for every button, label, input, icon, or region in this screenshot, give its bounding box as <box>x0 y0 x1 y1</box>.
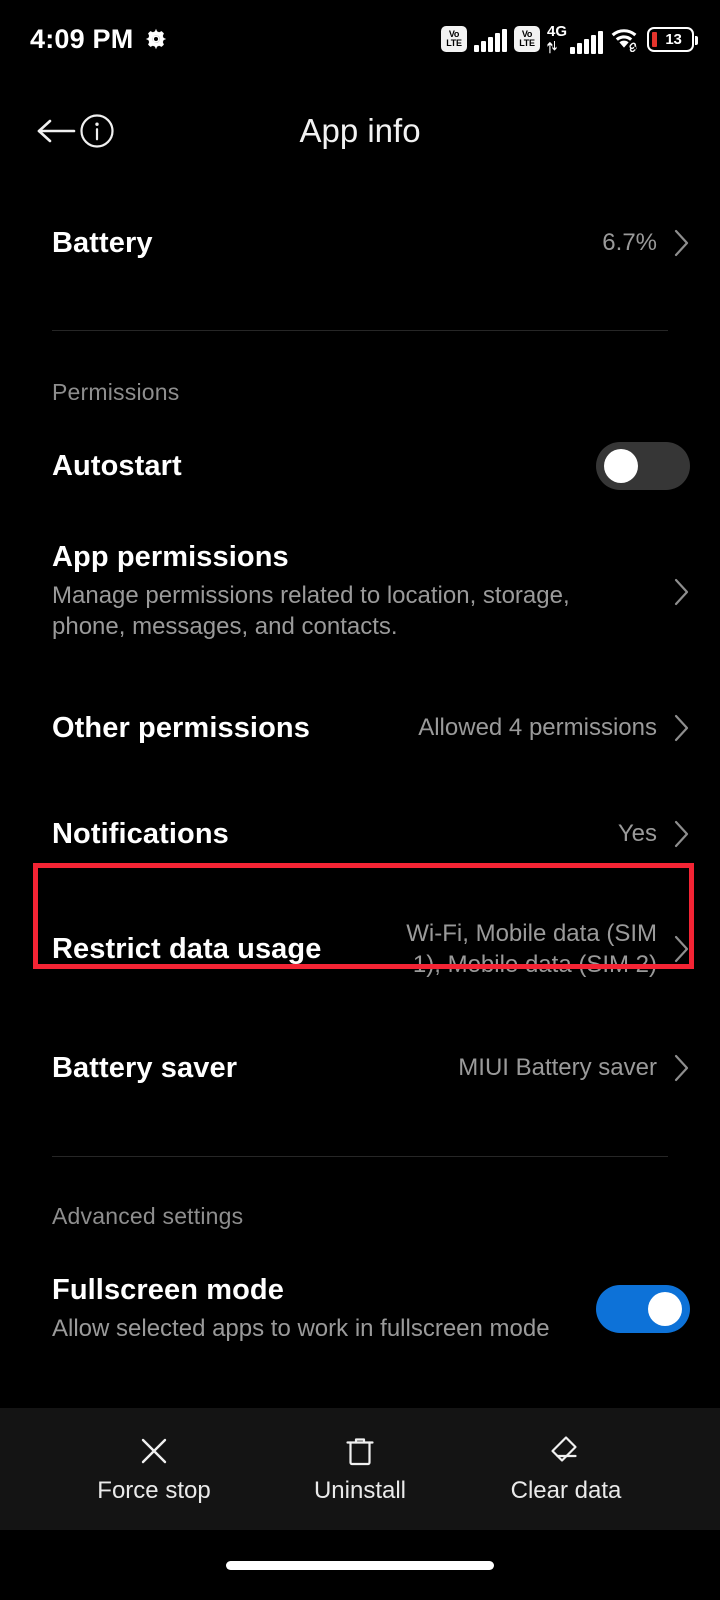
settings-row-app-permissions-title: App permissions <box>52 541 289 574</box>
settings-row-autostart[interactable]: Autostart <box>0 422 720 510</box>
settings-row-other-permissions-main: Other permissions <box>52 712 404 745</box>
force-stop-button[interactable]: Force stop <box>79 1434 229 1505</box>
chevron-right-icon <box>657 713 690 743</box>
status-bar-left: 4:09 PM <box>30 24 168 55</box>
settings-row-app-permissions[interactable]: App permissions Manage permissions relat… <box>0 522 720 662</box>
battery-icon: 13 <box>647 26 698 52</box>
status-bar-right: Vo LTE Vo LTE 4G 13 <box>440 24 698 54</box>
bottom-action-bar: Force stop Uninstall Clear data <box>0 1408 720 1530</box>
chevron-right-icon <box>657 1053 690 1083</box>
network-type-label: 4G <box>546 23 567 40</box>
clear-data-label: Clear data <box>510 1476 622 1504</box>
settings-row-battery-title: Battery <box>52 226 153 259</box>
settings-row-battery-main: Battery <box>52 227 588 260</box>
app-bar: App info <box>0 78 720 184</box>
mobile-data-indicator: 4G <box>547 24 603 54</box>
autostart-toggle[interactable] <box>596 442 690 490</box>
settings-row-other-permissions[interactable]: Other permissions Allowed 4 permissions <box>0 680 720 776</box>
gear-icon <box>144 27 168 51</box>
settings-row-battery-saver[interactable]: Battery saver MIUI Battery saver <box>0 1020 720 1116</box>
settings-row-notifications-title: Notifications <box>52 817 229 850</box>
settings-row-battery-saver-value: MIUI Battery saver <box>458 1054 657 1082</box>
trash-icon <box>343 1434 377 1468</box>
battery-level-label: 13 <box>665 30 682 48</box>
signal-bars-sim2-icon <box>570 28 603 54</box>
volte-sim1-icon: Vo LTE <box>440 26 467 52</box>
signal-bars-sim1-icon <box>473 26 507 52</box>
divider-after-battery-saver <box>52 1156 668 1157</box>
gesture-nav-pill[interactable] <box>226 1560 494 1570</box>
chevron-right-icon <box>657 577 690 607</box>
close-x-icon <box>137 1434 171 1468</box>
chevron-right-icon <box>657 228 690 258</box>
settings-row-notifications-main: Notifications <box>52 818 604 851</box>
settings-row-fullscreen-mode-main: Fullscreen mode Allow selected apps to w… <box>52 1274 582 1345</box>
section-label-permissions: Permissions <box>52 379 180 405</box>
settings-row-app-permissions-main: App permissions Manage permissions relat… <box>52 541 657 642</box>
settings-row-restrict-data-usage[interactable]: Restrict data usage Wi-Fi, Mobile data (… <box>0 892 720 1006</box>
settings-row-restrict-data-usage-value: Wi-Fi, Mobile data (SIM 1), Mobile data … <box>406 919 657 978</box>
uninstall-button[interactable]: Uninstall <box>285 1434 435 1505</box>
settings-row-other-permissions-value: Allowed 4 permissions <box>418 714 657 742</box>
uninstall-label: Uninstall <box>313 1476 407 1504</box>
autostart-toggle-knob <box>604 449 638 483</box>
volte-sim2-icon: Vo LTE <box>513 26 540 52</box>
settings-row-notifications[interactable]: Notifications Yes <box>0 786 720 882</box>
settings-row-notifications-value: Yes <box>617 820 657 848</box>
chevron-right-icon <box>657 934 690 964</box>
settings-row-battery-saver-main: Battery saver <box>52 1052 444 1085</box>
settings-row-battery-value: 6.7% <box>602 229 657 257</box>
settings-row-battery-saver-title: Battery saver <box>52 1051 238 1084</box>
status-bar: 4:09 PM Vo LTE Vo LTE 4G 13 <box>0 0 720 78</box>
settings-row-fullscreen-mode[interactable]: Fullscreen mode Allow selected apps to w… <box>0 1244 720 1374</box>
settings-row-restrict-data-usage-title: Restrict data usage <box>52 932 322 965</box>
status-bar-clock: 4:09 PM <box>30 23 134 54</box>
back-arrow-icon[interactable] <box>34 115 78 147</box>
settings-row-battery[interactable]: Battery 6.7% <box>0 184 720 302</box>
volte-sim1-bottom: LTE <box>446 38 462 48</box>
force-stop-label: Force stop <box>97 1476 211 1504</box>
fullscreen-mode-toggle[interactable] <box>596 1285 690 1333</box>
settings-scroll-area[interactable]: Battery 6.7% Permissions Autostart App p… <box>0 184 720 1600</box>
eraser-icon <box>549 1434 583 1468</box>
network-type-group: 4G <box>547 24 567 54</box>
info-icon[interactable] <box>78 112 116 150</box>
section-label-advanced-settings: Advanced settings <box>52 1203 244 1229</box>
data-transfer-arrows-icon <box>547 41 557 54</box>
chevron-right-icon <box>657 819 690 849</box>
settings-row-fullscreen-mode-title: Fullscreen mode <box>52 1273 284 1306</box>
fullscreen-mode-toggle-knob <box>648 1292 682 1326</box>
gesture-nav-bar <box>0 1530 720 1600</box>
clear-data-button[interactable]: Clear data <box>491 1434 641 1505</box>
settings-row-autostart-title: Autostart <box>52 449 182 482</box>
settings-row-autostart-main: Autostart <box>52 450 582 483</box>
wifi-icon <box>610 26 640 52</box>
settings-row-fullscreen-mode-subtitle: Allow selected apps to work in fullscree… <box>52 1314 550 1342</box>
settings-row-restrict-data-usage-main: Restrict data usage <box>52 933 361 966</box>
volte-sim2-bottom: LTE <box>519 38 535 48</box>
settings-row-other-permissions-title: Other permissions <box>52 711 310 744</box>
divider-after-battery <box>52 330 668 331</box>
settings-row-app-permissions-subtitle: Manage permissions related to location, … <box>52 582 570 640</box>
